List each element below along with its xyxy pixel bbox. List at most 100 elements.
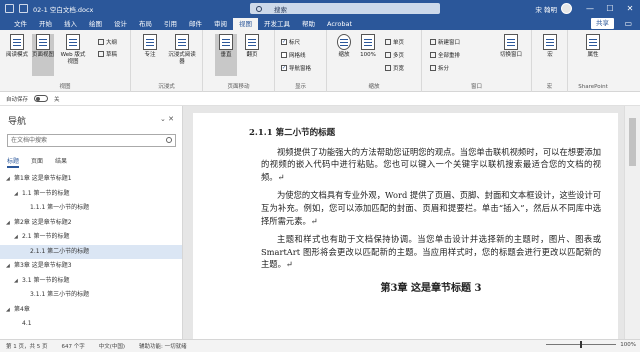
- tab-help[interactable]: 帮助: [296, 18, 321, 30]
- draft-icon: [98, 51, 104, 57]
- side-to-side-button[interactable]: 翻页: [241, 34, 263, 76]
- tab-draw[interactable]: 绘图: [83, 18, 108, 30]
- web-layout-label: Web 版式视图: [60, 52, 86, 65]
- tree-item[interactable]: ◢ 3.1 第一节的标题: [0, 274, 182, 289]
- nav-tab-headings[interactable]: 标题: [7, 156, 20, 168]
- macros-label: 宏: [547, 52, 553, 58]
- tree-item[interactable]: ◢ 1.1 第一节的标题: [0, 187, 182, 202]
- tree-item[interactable]: ◢ 第2章 这是章节标题2: [0, 216, 182, 231]
- paragraph[interactable]: 为使您的文档具有专业外观，Word 提供了页眉、页脚、封面和文本框设计，这些设计…: [261, 189, 601, 227]
- zoom-slider-handle[interactable]: [580, 341, 582, 348]
- nav-search-placeholder: 在文档中搜索: [11, 137, 48, 144]
- collapse-icon[interactable]: ◢: [14, 230, 22, 245]
- new-window-button[interactable]: 新建窗口: [430, 38, 460, 46]
- tab-file[interactable]: 文件: [8, 18, 33, 30]
- tab-design[interactable]: 设计: [108, 18, 133, 30]
- tree-item[interactable]: ◢ 2.1 第一节的标题: [0, 230, 182, 245]
- web-layout-button[interactable]: Web 版式视图: [58, 34, 88, 76]
- comment-icon[interactable]: ▭: [624, 19, 632, 28]
- collapse-icon[interactable]: ◢: [6, 303, 14, 318]
- gridlines-checkbox[interactable]: 网格线: [281, 51, 306, 59]
- tab-home[interactable]: 开始: [33, 18, 58, 30]
- split-label: 拆分: [438, 66, 450, 72]
- zoom-level[interactable]: 100%: [620, 342, 636, 348]
- user-name[interactable]: 宋 翰明: [535, 4, 557, 14]
- zoom-button[interactable]: 缩放: [333, 34, 355, 76]
- close-button[interactable]: ✕: [620, 0, 640, 17]
- nav-close-icon[interactable]: ⌄ ✕: [160, 115, 174, 123]
- outline-button[interactable]: 大纲: [98, 38, 117, 46]
- tree-item[interactable]: 1.1.1 第一小节的标题: [0, 201, 182, 216]
- maximize-button[interactable]: ☐: [600, 0, 620, 17]
- tree-item[interactable]: ◢ 第3章 这是章节标题3: [0, 259, 182, 274]
- page-width-button[interactable]: 页宽: [385, 64, 404, 72]
- page-count[interactable]: 第 1 页，共 5 页: [6, 342, 48, 350]
- print-layout-button[interactable]: 页面视图: [32, 34, 54, 76]
- document-title: 02-1 空白文档.docx: [33, 5, 94, 14]
- word-count[interactable]: 647 个字: [62, 342, 85, 350]
- zoom-100-button[interactable]: 100%: [357, 34, 379, 76]
- collapse-icon[interactable]: ◢: [14, 274, 22, 289]
- tab-acrobat[interactable]: Acrobat: [321, 18, 358, 30]
- immersive-reader-button[interactable]: 沉浸式阅读器: [167, 34, 197, 76]
- nav-tab-pages[interactable]: 页面: [31, 156, 43, 168]
- tab-mailings[interactable]: 邮件: [183, 18, 208, 30]
- multiple-pages-label: 多页: [393, 53, 405, 59]
- tab-developer[interactable]: 开发工具: [258, 18, 296, 30]
- avatar[interactable]: [561, 3, 572, 14]
- ruler-checkbox[interactable]: ✓ 标尺: [281, 38, 300, 46]
- nav-search-input[interactable]: 在文档中搜索: [7, 134, 176, 147]
- properties-button[interactable]: 属性: [582, 34, 604, 76]
- paragraph[interactable]: 视频提供了功能强大的方法帮助您证明您的观点。当您单击联机视频时，可以在想要添加的…: [261, 146, 601, 184]
- tree-item[interactable]: 4.1: [0, 317, 182, 332]
- tab-view[interactable]: 视图: [233, 18, 258, 30]
- heading-2[interactable]: 2.1.1 第二小节的标题: [249, 127, 589, 140]
- document-body[interactable]: 2.1.1 第二小节的标题 视频提供了功能强大的方法帮助您证明您的观点。当您单击…: [249, 127, 601, 296]
- document-page[interactable]: 2.1.1 第二小节的标题 视频提供了功能强大的方法帮助您证明您的观点。当您单击…: [193, 113, 618, 339]
- tab-layout[interactable]: 布局: [133, 18, 158, 30]
- nav-tab-results[interactable]: 结果: [55, 156, 67, 168]
- minimize-button[interactable]: —: [580, 0, 600, 17]
- share-button[interactable]: 共享: [591, 18, 614, 29]
- tab-review[interactable]: 审阅: [208, 18, 233, 30]
- split-button[interactable]: 拆分: [430, 64, 449, 72]
- zoom-slider[interactable]: [546, 341, 616, 348]
- heading-1[interactable]: 第3章 这是章节标题 3: [261, 283, 601, 296]
- tree-item[interactable]: ◢ 第1章 这是章节标题1: [0, 172, 182, 187]
- search-icon: [256, 5, 262, 12]
- collapse-icon[interactable]: ◢: [14, 187, 22, 202]
- page-width-label: 页宽: [393, 66, 405, 72]
- autosave-toggle[interactable]: [34, 95, 49, 102]
- multiple-pages-button[interactable]: 多页: [385, 51, 404, 59]
- tree-item[interactable]: ◢ 第4章: [0, 303, 182, 318]
- vertical-button[interactable]: 垂直: [215, 34, 237, 76]
- switch-windows-button[interactable]: 切换窗口: [496, 34, 526, 76]
- tree-item-label: 1.1.1 第一小节的标题: [30, 204, 90, 211]
- nav-pane-checkbox[interactable]: ✓ 导航窗格: [281, 64, 311, 72]
- tree-item-selected[interactable]: 2.1.1 第二小节的标题: [0, 244, 182, 259]
- nav-tabs: 标题 页面 结果: [7, 156, 67, 168]
- tab-insert[interactable]: 插入: [58, 18, 83, 30]
- tree-item-label: 4.1: [22, 320, 32, 327]
- tab-references[interactable]: 引用: [158, 18, 183, 30]
- collapse-icon[interactable]: ◢: [6, 216, 14, 231]
- arrange-all-button[interactable]: 全部重排: [430, 51, 460, 59]
- group-sharepoint-label: SharePoint: [578, 84, 608, 90]
- one-page-button[interactable]: 单页: [385, 38, 404, 46]
- collapse-icon[interactable]: ◢: [6, 259, 14, 274]
- language-indicator[interactable]: 中文(中国): [99, 342, 125, 350]
- focus-button[interactable]: 专注: [139, 34, 161, 76]
- immersive-reader-icon: [175, 34, 189, 50]
- search-box[interactable]: 搜索: [250, 3, 440, 14]
- accessibility-status[interactable]: 辅助功能: 一切就绪: [139, 342, 187, 350]
- vertical-scrollbar[interactable]: [624, 106, 640, 339]
- undo-icon[interactable]: [19, 4, 28, 13]
- macros-button[interactable]: 宏: [539, 34, 561, 76]
- scrollbar-thumb[interactable]: [629, 118, 636, 166]
- collapse-icon[interactable]: ◢: [6, 172, 14, 187]
- save-icon[interactable]: [5, 4, 14, 13]
- draft-button[interactable]: 草稿: [98, 50, 117, 58]
- read-mode-button[interactable]: 阅读模式: [6, 34, 28, 76]
- paragraph[interactable]: 主题和样式也有助于文档保持协调。当您单击设计并选择新的主题时，图片、图表或 Sm…: [261, 233, 601, 271]
- tree-item[interactable]: 3.1.1 第三小节的标题: [0, 288, 182, 303]
